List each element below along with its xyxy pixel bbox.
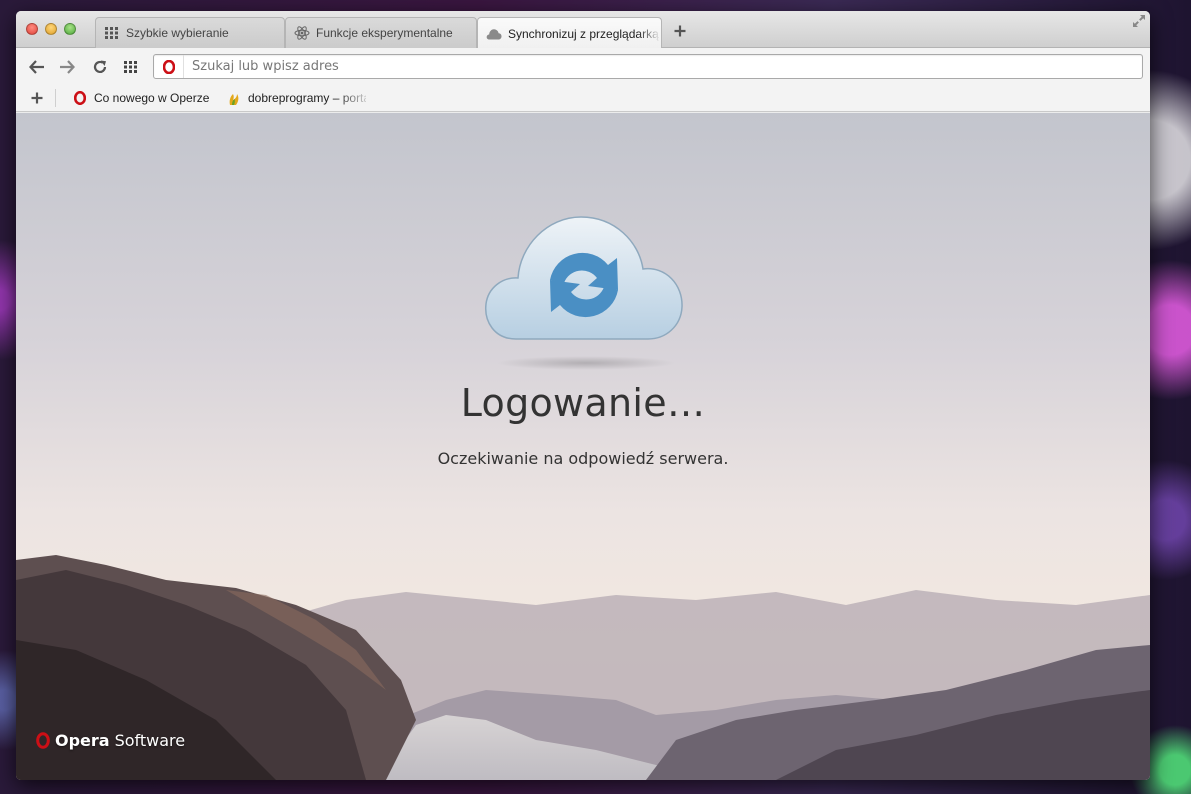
- sync-cloud-icon: [480, 203, 690, 363]
- opera-logo-icon: [72, 90, 88, 106]
- fullscreen-button[interactable]: [1132, 14, 1146, 28]
- fullscreen-arrows-icon: [1133, 15, 1145, 27]
- zoom-window-button[interactable]: [64, 23, 76, 35]
- status-message: Oczekiwanie na odpowiedź serwera.: [437, 449, 729, 468]
- bookmarks-bar: Co nowego w Operze dobreprogramy – porta…: [16, 84, 1150, 112]
- sync-page: Logowanie… Oczekiwanie na odpowiedź serw…: [16, 113, 1150, 780]
- browser-window: Szybkie wybieranie Funkcje eksperymental…: [16, 11, 1150, 780]
- tab-experimental-features[interactable]: Funkcje eksperymentalne: [285, 17, 477, 48]
- back-arrow-icon: [29, 60, 44, 74]
- reload-button[interactable]: [91, 58, 109, 76]
- opera-logo-icon: [36, 732, 50, 749]
- speed-dial-grid-icon: [104, 25, 120, 41]
- brand-suffix: Software: [114, 731, 186, 750]
- navigation-toolbar: [16, 48, 1150, 84]
- plus-icon: [31, 92, 43, 104]
- add-bookmark-button[interactable]: [29, 90, 45, 106]
- opera-software-logo: Opera Software: [36, 731, 185, 750]
- bookmark-dobreprogramy[interactable]: dobreprogramy – portal: [226, 89, 366, 107]
- bookmark-opera-news[interactable]: Co nowego w Operze: [72, 89, 212, 107]
- tab-speed-dial[interactable]: Szybkie wybieranie: [95, 17, 285, 48]
- bookmark-label: dobreprogramy – portal: [248, 91, 366, 105]
- tab-label: Synchronizuj z przeglądarką: [508, 26, 659, 41]
- plus-icon: [674, 25, 686, 37]
- tab-label: Szybkie wybieranie: [126, 26, 229, 40]
- address-input[interactable]: [192, 59, 1092, 74]
- minimize-window-button[interactable]: [45, 23, 57, 35]
- forward-button[interactable]: [58, 58, 76, 76]
- fjord-landscape-image: [16, 555, 1150, 780]
- cloud-icon: [486, 26, 502, 42]
- atom-icon: [294, 25, 310, 41]
- dobreprogramy-logo-icon: [226, 90, 242, 106]
- back-button[interactable]: [28, 58, 46, 76]
- forward-arrow-icon: [60, 60, 75, 74]
- speed-dial-grid-icon: [124, 61, 137, 73]
- tab-strip: Szybkie wybieranie Funkcje eksperymental…: [16, 11, 1150, 49]
- window-controls: [26, 23, 76, 35]
- opera-logo-icon[interactable]: [154, 55, 184, 78]
- address-bar[interactable]: [153, 54, 1143, 79]
- brand-name: Opera: [55, 731, 110, 750]
- bookmark-label: Co nowego w Operze: [94, 91, 210, 105]
- tab-sync[interactable]: Synchronizuj z przeglądarką: [477, 17, 662, 49]
- new-tab-button[interactable]: [672, 23, 688, 39]
- cloud-shadow: [496, 356, 676, 370]
- close-window-button[interactable]: [26, 23, 38, 35]
- reload-icon: [93, 60, 107, 73]
- speed-dial-button[interactable]: [122, 58, 140, 76]
- tab-label: Funkcje eksperymentalne: [316, 26, 453, 40]
- page-title: Logowanie…: [460, 381, 706, 425]
- bookmarks-divider: [55, 89, 56, 107]
